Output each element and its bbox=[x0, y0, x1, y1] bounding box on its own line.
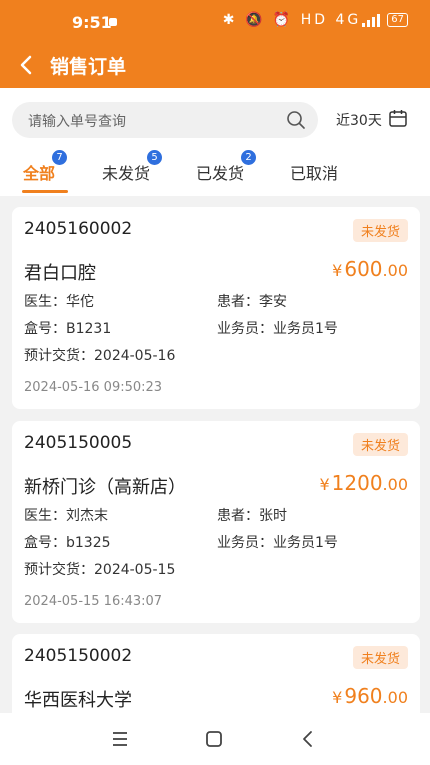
status-icons: ✱ 🔕 ⏰ HD 4G 67 bbox=[223, 12, 408, 28]
system-nav-bar bbox=[0, 713, 430, 765]
doctor-info: 医生：刘杰末 bbox=[24, 508, 108, 524]
back-icon[interactable] bbox=[12, 50, 42, 80]
recording-icon bbox=[109, 18, 117, 26]
order-amount: ¥600.00 bbox=[332, 257, 408, 281]
salesperson-info: 业务员：业务员1号 bbox=[217, 321, 338, 337]
tab-shipped[interactable]: 已发货 2 bbox=[196, 150, 257, 184]
status-indicator-icons: ✱ 🔕 ⏰ HD 4G bbox=[222, 12, 362, 28]
delivery-info: 预计交货：2024-05-16 bbox=[24, 348, 176, 364]
customer-name: 君白口腔 bbox=[24, 263, 96, 284]
customer-name: 华西医科大学 bbox=[24, 690, 132, 711]
status-badge: 未发货 bbox=[352, 219, 408, 242]
nav-bar: 销售订单 bbox=[0, 44, 430, 88]
order-number: 2405150005 bbox=[24, 433, 133, 453]
doctor-info: 医生：华佗 bbox=[24, 294, 94, 310]
home-icon[interactable] bbox=[202, 727, 226, 751]
search-row: 请输入单号查询 近30天 bbox=[0, 88, 430, 148]
back-nav-icon[interactable] bbox=[296, 727, 320, 751]
status-bar: 9:51 ✱ 🔕 ⏰ HD 4G 67 bbox=[0, 0, 430, 44]
tab-label: 未发货 bbox=[102, 164, 151, 183]
search-input[interactable]: 请输入单号查询 bbox=[12, 102, 318, 138]
calendar-icon[interactable] bbox=[388, 108, 408, 128]
box-info: 盒号：B1231 bbox=[24, 321, 112, 337]
active-tab-indicator bbox=[22, 190, 68, 193]
search-placeholder: 请输入单号查询 bbox=[28, 114, 126, 130]
patient-info: 患者：张时 bbox=[217, 508, 287, 524]
tab-label: 已取消 bbox=[290, 164, 339, 183]
order-number: 2405160002 bbox=[24, 219, 133, 239]
tab-cancelled[interactable]: 已取消 bbox=[290, 160, 338, 184]
created-time: 2024-05-15 16:43:07 bbox=[24, 594, 163, 609]
menu-icon[interactable] bbox=[108, 727, 132, 751]
tab-label: 全部 bbox=[23, 164, 56, 183]
signal-icon bbox=[362, 14, 381, 27]
tab-all[interactable]: 全部 7 bbox=[23, 150, 68, 184]
order-amount: ¥960.00 bbox=[332, 684, 408, 708]
delivery-info: 预计交货：2024-05-15 bbox=[24, 562, 176, 578]
status-time: 9:51 bbox=[72, 13, 112, 32]
tab-badge: 7 bbox=[52, 150, 68, 165]
created-time: 2024-05-16 09:50:23 bbox=[24, 380, 163, 395]
search-icon[interactable] bbox=[286, 110, 306, 130]
date-range-filter[interactable]: 近30天 bbox=[336, 110, 382, 130]
tab-unshipped[interactable]: 未发货 5 bbox=[102, 150, 163, 184]
order-amount: ¥1200.00 bbox=[319, 471, 408, 495]
order-card[interactable]: 2405150005 未发货 新桥门诊（高新店） ¥1200.00 医生：刘杰末… bbox=[12, 421, 420, 623]
order-card[interactable]: 2405160002 未发货 君白口腔 ¥600.00 医生：华佗 患者：李安 … bbox=[12, 207, 420, 409]
customer-name: 新桥门诊（高新店） bbox=[24, 477, 186, 498]
status-badge: 未发货 bbox=[352, 646, 408, 669]
tab-badge: 2 bbox=[241, 150, 257, 165]
patient-info: 患者：李安 bbox=[217, 294, 287, 310]
box-info: 盒号：b1325 bbox=[24, 535, 111, 551]
salesperson-info: 业务员：业务员1号 bbox=[217, 535, 338, 551]
page-title: 销售订单 bbox=[50, 56, 127, 78]
tab-label: 已发货 bbox=[196, 164, 245, 183]
order-tabs: 全部 7 未发货 5 已发货 2 已取消 bbox=[0, 148, 430, 196]
battery-icon: 67 bbox=[387, 13, 408, 27]
order-number: 2405150002 bbox=[24, 646, 133, 666]
status-badge: 未发货 bbox=[352, 433, 408, 456]
tab-badge: 5 bbox=[147, 150, 163, 165]
